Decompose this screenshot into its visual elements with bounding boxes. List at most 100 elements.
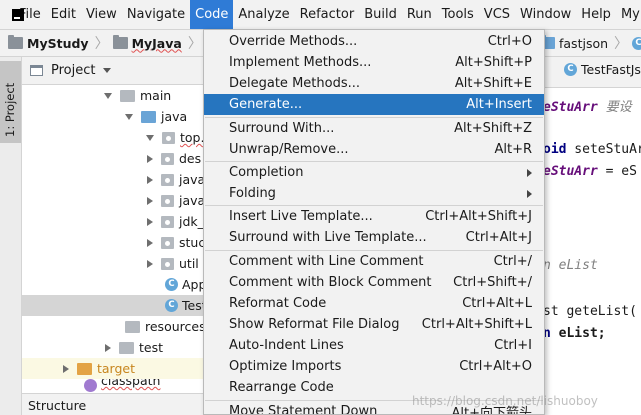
- menu-item-surround-live-template[interactable]: Surround with Live Template... Ctrl+Alt+J: [204, 227, 544, 248]
- class-icon: C: [165, 278, 178, 291]
- menu-help[interactable]: Help: [576, 0, 616, 29]
- expand-arrow-icon[interactable]: [125, 113, 133, 120]
- menu-item-delegate-methods[interactable]: Delegate Methods... Alt+Shift+E: [204, 73, 544, 94]
- breadcrumb-myjava[interactable]: MyJava: [112, 30, 182, 56]
- menu-view[interactable]: View: [81, 0, 122, 29]
- editor-tab-testfastjson[interactable]: C TestFastJs: [564, 62, 641, 77]
- tree-row-java[interactable]: java: [22, 106, 205, 127]
- tree-row-test[interactable]: test: [22, 337, 205, 358]
- expand-arrow-icon[interactable]: [146, 134, 154, 141]
- chevron-down-icon[interactable]: [103, 68, 112, 73]
- menu-item-implement-methods[interactable]: Implement Methods... Alt+Shift+P: [204, 52, 544, 73]
- menu-build[interactable]: Build: [359, 0, 402, 29]
- project-panel: Project main java top.lish des java java…: [22, 57, 226, 393]
- code-line: n eList;: [543, 326, 606, 341]
- watermark: https://blog.csdn.net/lishuoboy: [412, 394, 598, 408]
- collapse-arrow-icon[interactable]: [147, 175, 153, 184]
- source-folder-icon: [141, 110, 156, 123]
- tree-row-stuc[interactable]: stuc: [22, 232, 205, 253]
- tree-row-jdk[interactable]: jdk_: [22, 211, 205, 232]
- package-icon: [161, 215, 174, 228]
- left-tool-strip: 1: Project: [0, 57, 22, 415]
- resources-folder-icon: [125, 320, 140, 333]
- code-dropdown-menu: Override Methods... Ctrl+O Implement Meth…: [203, 29, 545, 415]
- package-icon: [162, 131, 175, 144]
- menu-navigate[interactable]: Navigate: [122, 0, 190, 29]
- folder-icon: [119, 341, 134, 354]
- menu-bar: File Edit View Navigate Code Analyze Ref…: [0, 0, 641, 29]
- menu-item-comment-line[interactable]: Comment with Line Comment Ctrl+/: [204, 251, 544, 272]
- menu-item-reformat-code[interactable]: Reformat Code Ctrl+Alt+L: [204, 293, 544, 314]
- menu-item-folding[interactable]: Folding: [204, 183, 544, 204]
- menu-refactor[interactable]: Refactor: [295, 0, 360, 29]
- collapse-arrow-icon[interactable]: [147, 238, 153, 247]
- class-icon: C: [165, 299, 178, 312]
- chevron-right-icon: 〉: [614, 36, 629, 52]
- chevron-right-icon: 〉: [187, 36, 202, 52]
- menu-item-comment-block[interactable]: Comment with Block Comment Ctrl+Shift+/: [204, 272, 544, 293]
- excluded-folder-icon: [77, 362, 92, 375]
- code-line: oid seteStuArr: [543, 142, 641, 157]
- submenu-arrow-icon: [527, 168, 532, 177]
- breadcrumb-fastjson[interactable]: fastjson 〉 C: [540, 29, 641, 57]
- class-icon: C: [632, 36, 641, 50]
- menu-item-show-reformat-dialog[interactable]: Show Reformat File Dialog Ctrl+Alt+Shift+…: [204, 314, 544, 335]
- window-title: My: [620, 7, 640, 22]
- submenu-arrow-icon: [527, 189, 532, 198]
- tree-row-classpath[interactable]: classpath: [22, 379, 205, 393]
- collapse-arrow-icon[interactable]: [147, 154, 153, 163]
- menu-item-optimize-imports[interactable]: Optimize Imports Ctrl+Alt+O: [204, 356, 544, 377]
- package-icon: [161, 236, 174, 249]
- menu-item-generate[interactable]: Generate... Alt+Insert: [204, 94, 544, 115]
- collapse-arrow-icon[interactable]: [63, 364, 69, 373]
- folder-icon: [8, 35, 23, 49]
- menu-code[interactable]: Code: [190, 0, 234, 29]
- menu-vcs[interactable]: VCS: [479, 0, 515, 29]
- collapse-arrow-icon[interactable]: [147, 196, 153, 205]
- file-icon: [84, 379, 97, 392]
- menu-item-auto-indent[interactable]: Auto-Indent Lines Ctrl+I: [204, 335, 544, 356]
- code-line: st geteList(: [543, 304, 637, 319]
- collapse-arrow-icon[interactable]: [105, 343, 111, 352]
- tree-row-target[interactable]: target: [22, 358, 205, 379]
- menu-item-unwrap-remove[interactable]: Unwrap/Remove... Alt+R: [204, 139, 544, 160]
- code-editor[interactable]: eStuArr 要设 oid seteStuArr eStuArr = eS n…: [533, 88, 641, 415]
- menu-window[interactable]: Window: [515, 0, 576, 29]
- menu-item-override-methods[interactable]: Override Methods... Ctrl+O: [204, 31, 544, 52]
- menu-item-insert-live-template[interactable]: Insert Live Template... Ctrl+Alt+Shift+J: [204, 206, 544, 227]
- tree-row-app[interactable]: C App: [22, 274, 206, 295]
- tree-row-test-class[interactable]: C Test: [22, 295, 207, 316]
- code-line: eStuArr 要设: [543, 100, 632, 115]
- package-icon: [161, 257, 174, 270]
- expand-arrow-icon[interactable]: [104, 92, 112, 99]
- package-icon: [161, 152, 174, 165]
- menu-analyze[interactable]: Analyze: [233, 0, 294, 29]
- folder-icon: [112, 35, 128, 49]
- tree-row-des[interactable]: des: [22, 148, 205, 169]
- code-line: n eList: [543, 258, 598, 273]
- tree-row-java-pkg-2[interactable]: java: [22, 190, 205, 211]
- menu-edit[interactable]: Edit: [46, 0, 81, 29]
- tree-row-package[interactable]: top.lish: [22, 127, 226, 148]
- project-window-icon: [30, 65, 43, 76]
- tree-row-main[interactable]: main: [22, 85, 205, 106]
- folder-icon: [120, 89, 135, 102]
- project-tool-tab[interactable]: 1: Project: [0, 61, 21, 143]
- tree-row-util[interactable]: util: [22, 253, 205, 274]
- tree-row-resources[interactable]: resources: [22, 316, 206, 337]
- structure-tool-tab[interactable]: Structure: [22, 393, 205, 415]
- code-line: eStuArr = eS: [543, 164, 637, 179]
- breadcrumb-mystudy[interactable]: MyStudy: [8, 30, 89, 56]
- package-icon: [161, 173, 174, 186]
- menu-tools[interactable]: Tools: [437, 0, 479, 29]
- tree-row-java-pkg-1[interactable]: java: [22, 169, 205, 190]
- chevron-right-icon: 〉: [94, 36, 109, 52]
- class-icon: C: [564, 63, 577, 76]
- collapse-arrow-icon[interactable]: [147, 259, 153, 268]
- menu-item-surround-with[interactable]: Surround With... Alt+Shift+Z: [204, 118, 544, 139]
- project-panel-header[interactable]: Project: [22, 57, 205, 85]
- package-icon: [161, 194, 174, 207]
- collapse-arrow-icon[interactable]: [147, 217, 153, 226]
- menu-run[interactable]: Run: [402, 0, 437, 29]
- menu-item-completion[interactable]: Completion: [204, 162, 544, 183]
